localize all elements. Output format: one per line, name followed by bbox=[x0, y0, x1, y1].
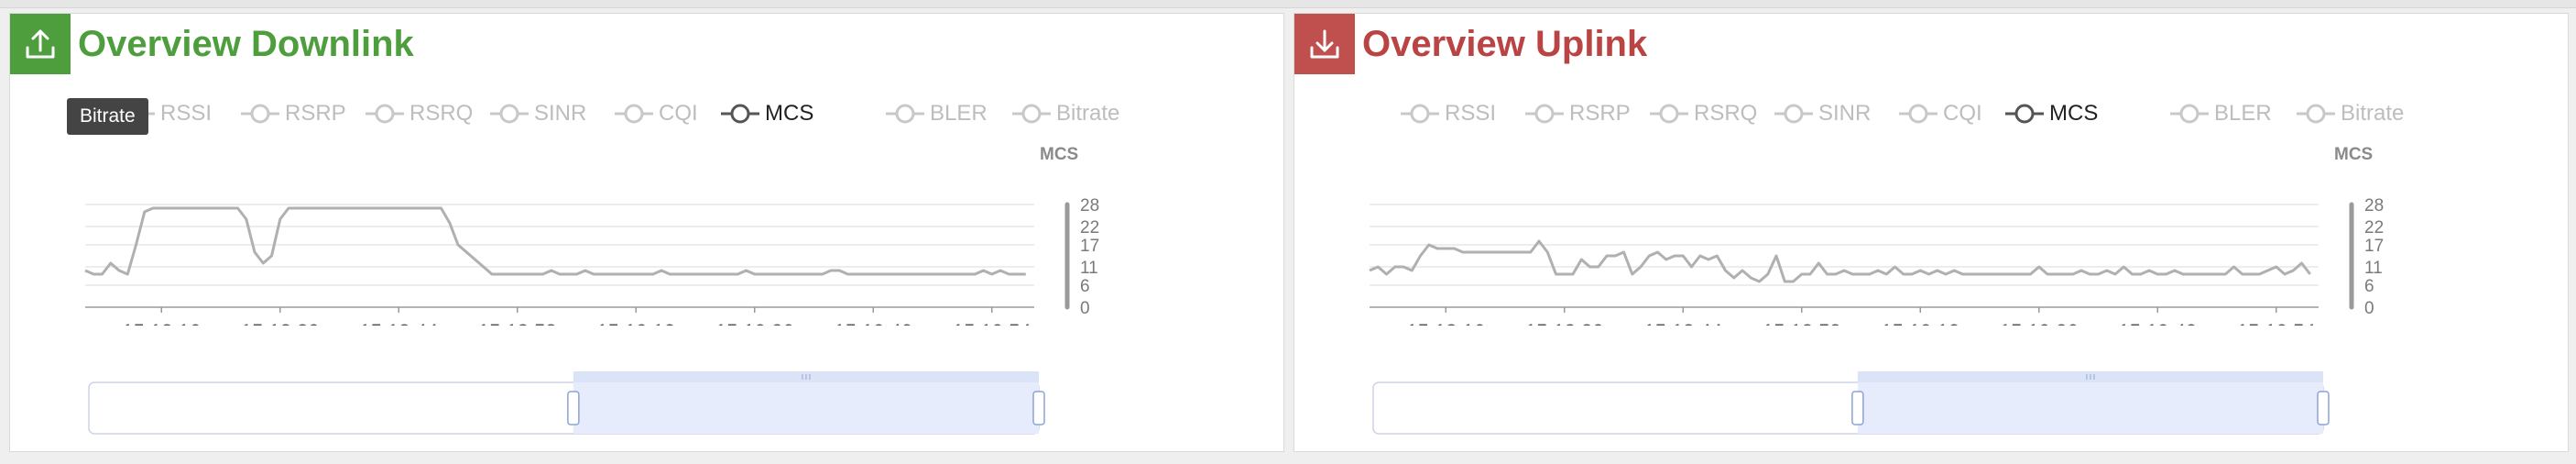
x-tick-label: 15:18:16 bbox=[122, 320, 201, 326]
legend-item-mcs[interactable]: MCS bbox=[2005, 100, 2098, 127]
legend-item-cqi[interactable]: CQI bbox=[1899, 100, 1982, 127]
slider-end-handle[interactable] bbox=[1032, 391, 1045, 425]
panel-header: Overview Uplink bbox=[1294, 14, 2568, 76]
x-tick-label: 15:18:30 bbox=[1525, 320, 1604, 326]
legend-line-circle-icon bbox=[1899, 104, 1937, 124]
line-chart: 0 611 1722 28 15:18:16 15:18:30 15:18:44 15:18:… bbox=[84, 196, 1099, 326]
zoom-slider[interactable] bbox=[10, 353, 1285, 441]
legend-line-circle-icon bbox=[721, 104, 759, 124]
top-divider bbox=[0, 0, 2576, 8]
x-tick-label: 15:18:44 bbox=[1643, 320, 1722, 326]
x-tick-label: 15:19:26 bbox=[2000, 320, 2079, 326]
y-tick-label: 0 bbox=[2364, 299, 2374, 318]
y-tick-label: 17 bbox=[2364, 237, 2384, 256]
x-tick-label: 15:18:30 bbox=[241, 320, 320, 326]
legend-item-bler[interactable]: BLER bbox=[2170, 100, 2272, 127]
y-tick-label: 11 bbox=[2364, 259, 2383, 278]
x-tick-label: 15:18:16 bbox=[1406, 320, 1485, 326]
x-tick-label: 15:18:58 bbox=[478, 320, 557, 326]
x-tick-label: 15:19:54 bbox=[953, 320, 1031, 326]
legend-line-circle-icon bbox=[241, 104, 279, 124]
legend-item-bitrate[interactable]: Bitrate bbox=[2297, 100, 2404, 127]
legend-label: RSSI bbox=[160, 101, 213, 126]
legend-label: CQI bbox=[659, 101, 698, 126]
legend-line-circle-icon bbox=[1401, 104, 1439, 124]
legend-item-rsrp[interactable]: RSRP bbox=[241, 100, 346, 127]
legend-label: RSRP bbox=[285, 101, 346, 126]
panel-downlink: Overview Downlink RSSI RSRP RSRQ SINR CQI MCS… bbox=[9, 13, 1284, 452]
y-tick-label: 17 bbox=[1080, 237, 1099, 256]
x-tick-label: 15:19:40 bbox=[2118, 320, 2197, 326]
y-tick-label: 28 bbox=[2364, 196, 2384, 215]
legend-label: SINR bbox=[534, 101, 587, 126]
x-tick-label: 15:18:58 bbox=[1763, 320, 1841, 326]
legend-line-circle-icon bbox=[490, 104, 529, 124]
legend-item-rsrp[interactable]: RSRP bbox=[1525, 100, 1631, 127]
legend-label: Bitrate bbox=[2341, 101, 2405, 126]
legend-item-sinr[interactable]: SINR bbox=[490, 100, 586, 127]
panel-uplink: Overview Uplink RSSI RSRP RSRQ SINR CQI MCS BL… bbox=[1293, 13, 2569, 452]
slider-end-handle[interactable] bbox=[2317, 391, 2330, 425]
legend-label: SINR bbox=[1818, 101, 1872, 126]
legend-label: MCS bbox=[765, 101, 814, 126]
panel-title: Overview Downlink bbox=[78, 24, 414, 64]
legend-label: CQI bbox=[1943, 101, 1982, 126]
x-tick-label: 15:18:44 bbox=[359, 320, 438, 326]
x-tick-label: 15:19:12 bbox=[1881, 320, 1959, 326]
legend-label: MCS bbox=[2049, 101, 2099, 126]
x-tick-label: 15:19:40 bbox=[834, 320, 912, 326]
line-chart: 0 611 1722 28 15:18:16 15:18:30 15:18:44 15:18:… bbox=[1369, 196, 2384, 326]
y-tick-label: 0 bbox=[1080, 299, 1090, 318]
legend-label: BLER bbox=[930, 101, 988, 126]
legend-line-circle-icon bbox=[886, 104, 924, 124]
legend-label: RSRP bbox=[1569, 101, 1631, 126]
panel-title: Overview Uplink bbox=[1362, 24, 1648, 64]
panel-header: Overview Downlink bbox=[10, 14, 1283, 76]
legend-item-sinr[interactable]: SINR bbox=[1774, 100, 1871, 127]
legend-line-circle-icon bbox=[1650, 104, 1688, 124]
y-tick-label: 28 bbox=[1080, 196, 1099, 215]
x-tick-label: 15:19:12 bbox=[596, 320, 675, 326]
legend-line-circle-icon bbox=[1012, 104, 1051, 124]
legend-item-cqi[interactable]: CQI bbox=[615, 100, 698, 127]
zoom-slider[interactable] bbox=[1294, 353, 2570, 441]
legend-label: RSSI bbox=[1445, 101, 1497, 126]
x-tick-label: 15:19:54 bbox=[2237, 320, 2316, 326]
y-tick-label: 6 bbox=[1080, 277, 1090, 296]
legend-tooltip: Bitrate bbox=[67, 98, 148, 135]
legend-line-circle-icon bbox=[1525, 104, 1564, 124]
legend-label: BLER bbox=[2214, 101, 2272, 126]
legend-line-circle-icon bbox=[615, 104, 653, 124]
legend-label: RSRQ bbox=[409, 101, 474, 126]
y-tick-label: 6 bbox=[2364, 277, 2374, 296]
legend-line-circle-icon bbox=[366, 104, 404, 124]
legend-item-rssi[interactable]: RSSI bbox=[1401, 100, 1496, 127]
slider-start-handle[interactable] bbox=[567, 391, 580, 425]
legend-item-rsrq[interactable]: RSRQ bbox=[366, 100, 473, 127]
series-line-mcs bbox=[84, 206, 1026, 276]
x-tick-label: 15:19:26 bbox=[715, 320, 794, 326]
upload-icon bbox=[10, 14, 71, 74]
legend-label: RSRQ bbox=[1694, 101, 1758, 126]
y-axis-name: MCS bbox=[2334, 145, 2374, 164]
chart-legend: RSSI RSRP RSRQ SINR CQI MCS BLER Bitrate bbox=[1401, 100, 2500, 127]
y-tick-label: 22 bbox=[2364, 218, 2384, 238]
legend-line-circle-icon bbox=[2005, 104, 2044, 124]
legend-line-circle-icon bbox=[1774, 104, 1813, 124]
legend-line-circle-icon bbox=[2170, 104, 2209, 124]
chart-legend: RSSI RSRP RSRQ SINR CQI MCS BLER Bitrate bbox=[116, 100, 1216, 127]
y-tick-label: 22 bbox=[1080, 218, 1099, 238]
legend-item-bler[interactable]: BLER bbox=[886, 100, 988, 127]
legend-label: Bitrate bbox=[1056, 101, 1120, 126]
legend-line-circle-icon bbox=[2297, 104, 2335, 124]
legend-item-bitrate[interactable]: Bitrate bbox=[1012, 100, 1119, 127]
legend-item-mcs[interactable]: MCS bbox=[721, 100, 813, 127]
slider-start-handle[interactable] bbox=[1851, 391, 1864, 425]
y-tick-label: 11 bbox=[1080, 259, 1098, 278]
legend-item-rsrq[interactable]: RSRQ bbox=[1650, 100, 1757, 127]
y-axis-name: MCS bbox=[1040, 145, 1079, 164]
series-line-mcs bbox=[1369, 239, 2311, 283]
download-icon bbox=[1294, 14, 1355, 74]
